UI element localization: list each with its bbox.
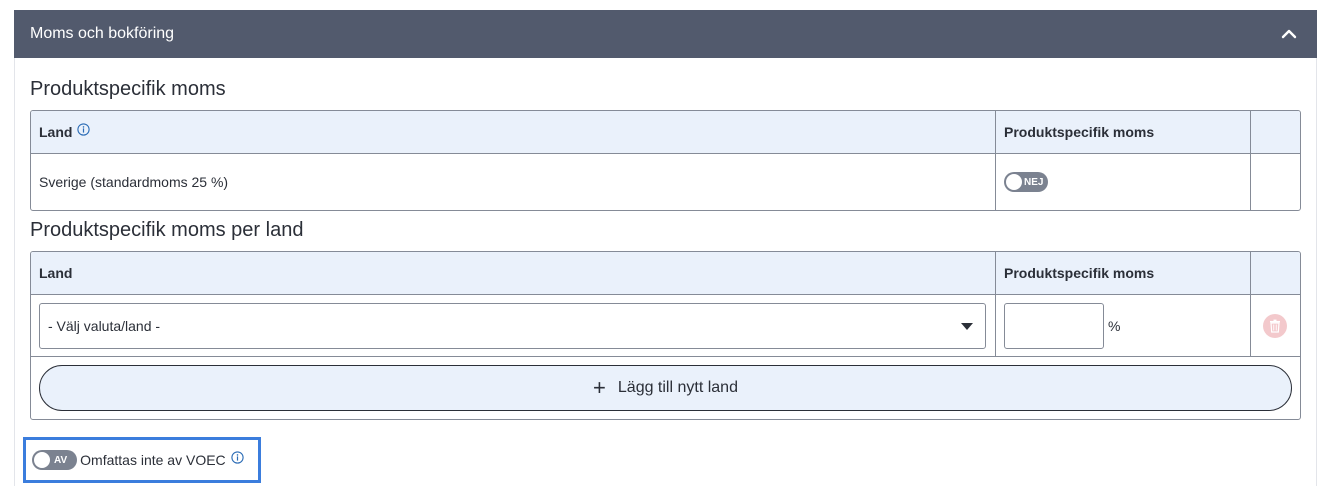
product-vat-toggle[interactable]: NEJ	[1004, 172, 1049, 192]
table-header-row: Land Produktspecifik moms	[31, 111, 1300, 154]
country-select[interactable]: - Välj valuta/land -	[39, 302, 986, 349]
column-header-vat: Produktspecifik moms	[996, 252, 1251, 294]
column-header-actions	[1251, 111, 1300, 153]
info-icon[interactable]	[231, 450, 244, 464]
voec-toggle-group: AV Omfattas inte av VOEC	[23, 437, 261, 483]
delete-cell	[1251, 295, 1300, 356]
chevron-up-icon[interactable]	[1277, 22, 1301, 46]
trash-icon[interactable]	[1263, 313, 1287, 338]
percent-sign: %	[1108, 317, 1121, 334]
vat-toggle-cell: NEJ	[996, 154, 1251, 210]
country-select-cell: - Välj valuta/land -	[31, 295, 996, 356]
vat-percent-input[interactable]	[1004, 302, 1104, 349]
column-header-vat: Produktspecifik moms	[996, 111, 1251, 153]
toggle-knob	[1006, 174, 1022, 190]
table-header-row: Land Produktspecifik moms	[31, 252, 1300, 295]
product-vat-table: Land Produktspecifik moms Sverige (stand…	[30, 110, 1301, 211]
vat-per-country-table: Land Produktspecifik moms - Välj valuta/…	[30, 251, 1301, 420]
panel-header[interactable]: Moms och bokföring	[14, 10, 1317, 58]
empty-cell	[1251, 154, 1300, 210]
add-country-label: Lägg till nytt land	[617, 379, 738, 396]
toggle-state-label: AV	[54, 454, 68, 466]
plus-icon: +	[593, 375, 606, 400]
voec-label: Omfattas inte av VOEC	[80, 452, 226, 468]
toggle-state-label: NEJ	[1024, 176, 1044, 188]
country-cell: Sverige (standardmoms 25 %)	[31, 154, 996, 210]
caret-down-icon	[961, 322, 973, 330]
vat-per-country-title: Produktspecifik moms per land	[30, 219, 304, 241]
column-header-country-label: Land	[39, 124, 73, 140]
toggle-knob	[34, 452, 50, 468]
table-row: - Välj valuta/land - %	[31, 295, 1300, 357]
product-vat-title: Produktspecifik moms	[30, 78, 226, 100]
voec-toggle[interactable]: AV	[32, 450, 78, 470]
add-country-button[interactable]: + Lägg till nytt land	[39, 365, 1292, 411]
panel-title: Moms och bokföring	[30, 25, 175, 42]
percent-cell: %	[996, 295, 1251, 356]
column-header-country: Land	[31, 252, 996, 294]
add-country-row: + Lägg till nytt land	[31, 357, 1300, 419]
country-select-value: - Välj valuta/land -	[48, 317, 161, 334]
table-row: Sverige (standardmoms 25 %) NEJ	[31, 154, 1300, 210]
info-icon[interactable]	[77, 122, 91, 136]
column-header-country: Land	[31, 111, 996, 153]
column-header-actions	[1251, 252, 1300, 294]
